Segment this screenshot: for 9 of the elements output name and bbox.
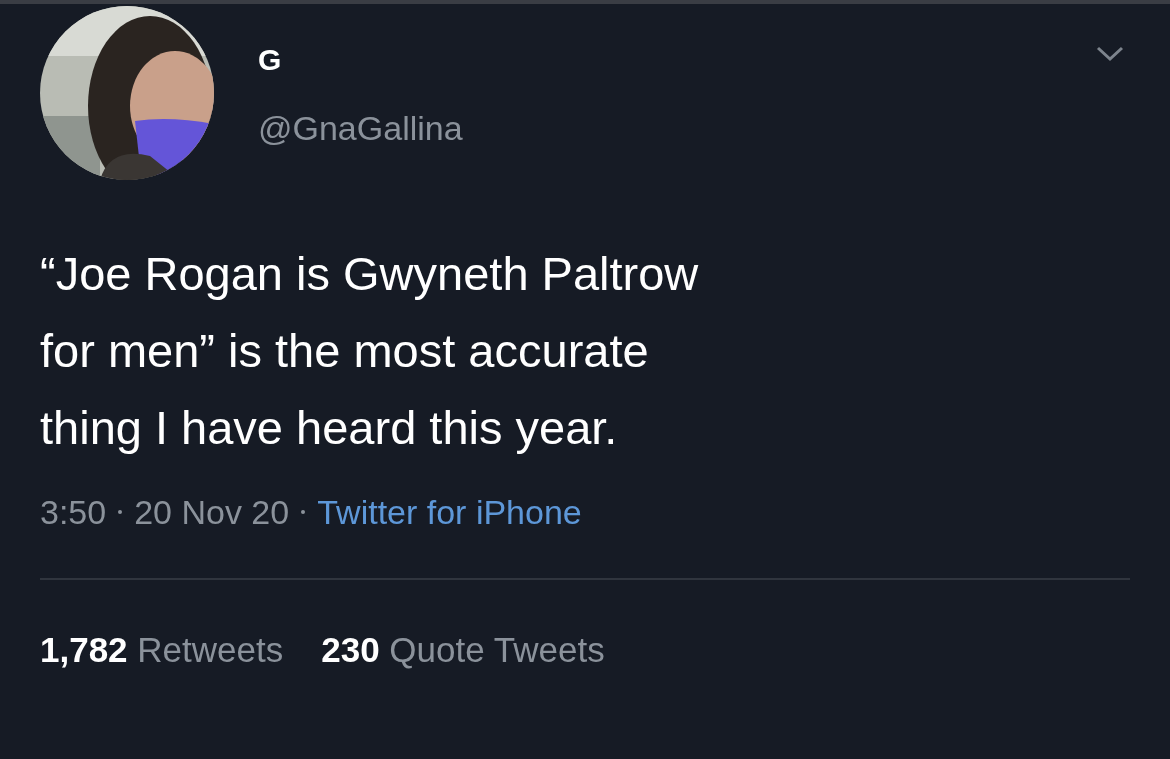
username: @GnaGallina — [258, 108, 463, 148]
tweet-date: 20 Nov 20 — [134, 492, 290, 532]
tweet-time: 3:50 — [40, 492, 107, 532]
source-link[interactable]: Twitter for iPhone — [317, 492, 582, 532]
stat-link[interactable]: 1,782 Retweets — [40, 630, 284, 670]
stat-link[interactable]: 230 Quote Tweets — [321, 630, 605, 670]
tweet-text: “Joe Rogan is Gwyneth Paltrow for men” is the most accurate thing I have heard this year. — [40, 246, 700, 456]
display-name: G — [258, 42, 283, 78]
chevron-icon[interactable] — [1096, 46, 1124, 62]
